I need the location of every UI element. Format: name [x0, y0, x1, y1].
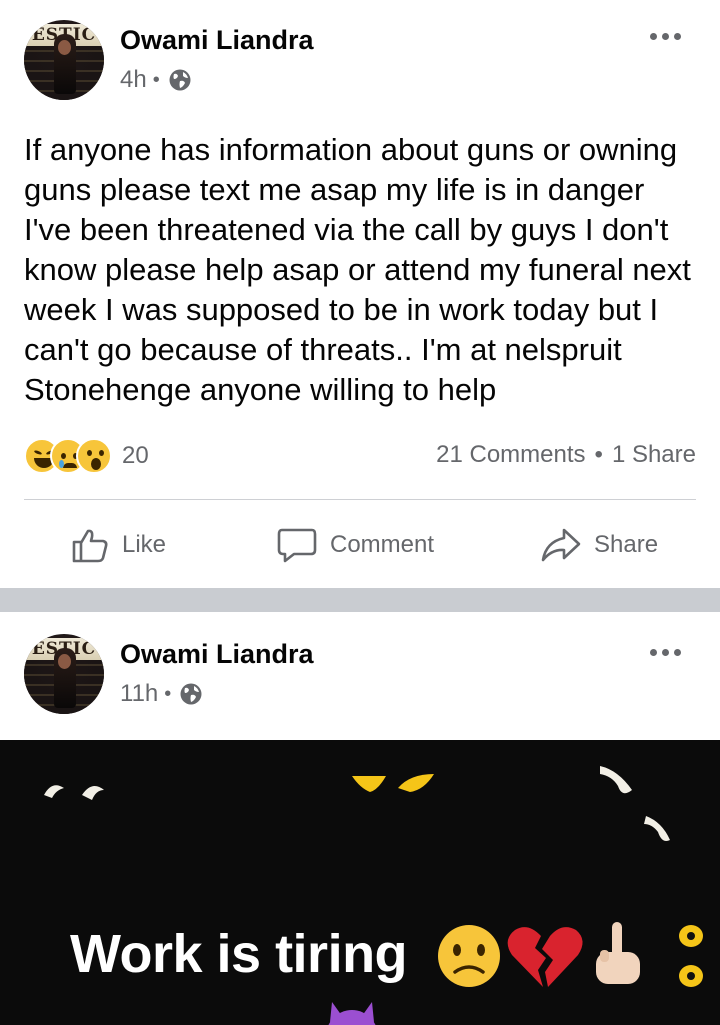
comment-bubble-icon	[277, 528, 317, 563]
actions-divider	[24, 499, 696, 500]
avatar-face	[58, 40, 71, 55]
smiling-devil-icon	[328, 1002, 376, 1025]
globe-icon[interactable]	[179, 682, 203, 706]
meta-separator: •	[164, 682, 172, 705]
middle-finger-icon	[596, 922, 640, 984]
engagement-counts: 21 Comments • 1 Share	[436, 441, 696, 469]
post-time[interactable]: 4h	[120, 66, 147, 94]
broken-heart-icon	[507, 927, 583, 987]
thumbs-up-icon	[72, 529, 108, 563]
shares-count[interactable]: 1 Share	[612, 441, 696, 469]
post-meta: 4h •	[120, 66, 192, 94]
share-button[interactable]: Share	[540, 523, 658, 567]
share-arrow-icon	[541, 528, 581, 562]
share-label: Share	[594, 531, 659, 558]
reactions-summary[interactable]: 20	[24, 438, 149, 474]
author-avatar[interactable]: ESTIC	[24, 634, 104, 714]
caption-emojis	[328, 922, 703, 1025]
post-meta: 11h •	[120, 680, 203, 708]
post-image[interactable]: Work is tiring	[0, 740, 720, 1025]
post-time[interactable]: 11h	[120, 680, 158, 708]
comment-label: Comment	[330, 531, 435, 558]
post-card: ESTIC Owami Liandra 11h • Work is tiring	[0, 612, 720, 1025]
frowning-face-icon	[438, 925, 500, 987]
globe-icon[interactable]	[168, 68, 192, 92]
comments-count[interactable]: 21 Comments	[436, 441, 585, 469]
feed-divider	[0, 588, 720, 612]
author-name[interactable]: Owami Liandra	[120, 639, 314, 670]
counts-separator: •	[594, 441, 603, 468]
post-card: ESTIC Owami Liandra 4h • If anyone has i…	[0, 0, 720, 588]
reaction-count[interactable]: 20	[122, 442, 149, 470]
avatar-face	[58, 654, 71, 669]
post-text: If anyone has information about guns or …	[24, 132, 691, 407]
more-options-icon[interactable]	[650, 33, 681, 40]
author-avatar[interactable]: ESTIC	[24, 20, 104, 100]
like-label: Like	[122, 531, 167, 558]
author-name[interactable]: Owami Liandra	[120, 25, 314, 56]
comment-button[interactable]: Comment	[276, 523, 434, 567]
like-button[interactable]: Like	[70, 523, 166, 567]
meta-separator: •	[152, 68, 160, 91]
more-options-icon[interactable]	[650, 649, 681, 656]
wow-face-icon	[76, 438, 112, 474]
